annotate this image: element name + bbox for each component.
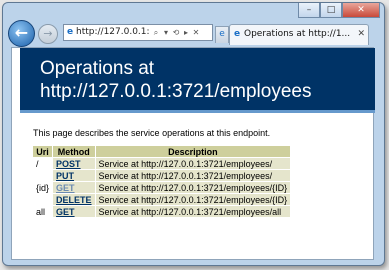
method-cell: DELETE [53,194,95,205]
address-bar[interactable]: e http://127.0.0.1: ⌕ ▾ ⟲ ▸ ✕ [63,24,213,41]
description-cell: Service at http://127.0.0.1:3721/employe… [95,206,291,217]
table-row: {id} GET Service at http://127.0.0.1:372… [33,182,291,193]
ie-page-icon: e [66,27,74,37]
description-cell: Service at http://127.0.0.1:3721/employe… [95,182,291,193]
tab-operations[interactable]: e Operations at http://1... ✕ [229,24,369,45]
tab-label: Operations at http://1... [244,29,351,39]
table-row: PUT Service at http://127.0.0.1:3721/emp… [33,170,291,181]
navigation-bar: ← → e http://127.0.0.1: ⌕ ▾ ⟲ ▸ ✕ e e Operation… [3,17,384,47]
search-icon[interactable]: ⌕ [151,25,161,40]
uri-cell [33,194,53,205]
operations-table: Uri Method Description / POST Service at… [32,145,291,218]
column-header-method: Method [53,146,95,157]
table-row: all GET Service at http://127.0.0.1:3721… [33,206,291,217]
minimize-icon[interactable]: – [298,3,320,18]
intro-text: This page describes the service operatio… [33,128,271,138]
method-cell: GET [53,206,95,217]
method-link[interactable]: PUT [56,171,74,181]
description-cell: Service at http://127.0.0.1:3721/employe… [95,194,291,205]
back-arrow-icon[interactable]: ← [8,20,35,47]
maximize-icon[interactable]: □ [320,3,342,18]
table-row: / POST Service at http://127.0.0.1:3721/… [33,158,291,169]
uri-cell: / [33,158,53,169]
compatibility-view-icon[interactable]: ⟲ [171,25,181,40]
method-cell: PUT [53,170,95,181]
method-link[interactable]: POST [56,159,81,169]
method-link[interactable]: DELETE [56,195,92,205]
column-header-uri: Uri [33,146,53,157]
window-controls: – □ ✕ [298,3,380,18]
heading-banner: Operations at http://127.0.0.1:3721/empl… [20,48,375,113]
address-url[interactable]: http://127.0.0.1: [76,25,151,40]
method-cell: GET [53,182,95,193]
page-content: Operations at http://127.0.0.1:3721/empl… [11,47,375,260]
browser-window: – □ ✕ ← → e http://127.0.0.1: ⌕ ▾ ⟲ ▸ ✕ e e Ope… [2,2,385,266]
uri-cell: {id} [33,182,53,193]
uri-cell [33,170,53,181]
method-cell: POST [53,158,95,169]
table-row: DELETE Service at http://127.0.0.1:3721/… [33,194,291,205]
ie-tab-icon: e [233,29,241,39]
ie-tab-icon: e [219,29,225,39]
tab-new[interactable]: e [215,26,229,43]
uri-cell: all [33,206,53,217]
description-cell: Service at http://127.0.0.1:3721/employe… [95,158,291,169]
description-cell: Service at http://127.0.0.1:3721/employe… [95,170,291,181]
dropdown-arrow-icon[interactable]: ▾ [161,25,171,40]
forward-arrow-icon[interactable]: → [38,24,58,44]
close-icon[interactable]: ✕ [342,3,380,18]
page-title: Operations at http://127.0.0.1:3721/empl… [40,58,312,102]
column-header-description: Description [95,146,291,157]
stop-icon[interactable]: ✕ [191,25,201,40]
table-header-row: Uri Method Description [33,146,291,157]
method-link[interactable]: GET [56,207,75,217]
go-icon[interactable]: ▸ [181,25,191,40]
tab-close-icon[interactable]: ✕ [357,25,365,44]
method-link[interactable]: GET [56,183,75,193]
